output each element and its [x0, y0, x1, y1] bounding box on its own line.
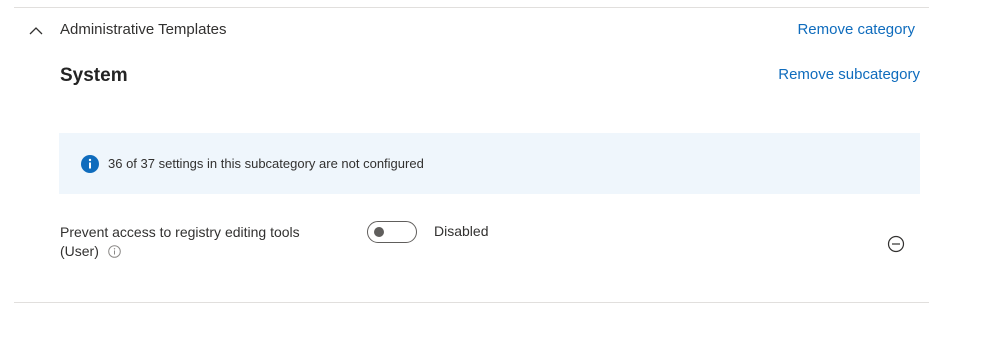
setting-toggle[interactable]: [367, 221, 417, 243]
minus-circle-icon: [887, 235, 905, 253]
settings-panel: Administrative Templates Remove category…: [0, 0, 996, 360]
remove-subcategory-link[interactable]: Remove subcategory: [778, 66, 920, 83]
info-banner-text: 36 of 37 settings in this subcategory ar…: [108, 156, 424, 171]
setting-name-line1: Prevent access to registry editing tools: [60, 224, 300, 240]
toggle-state-label: Disabled: [434, 223, 489, 239]
info-icon: [81, 154, 99, 173]
remove-setting-button[interactable]: [887, 235, 905, 253]
toggle-knob: [374, 227, 384, 237]
top-divider: [14, 7, 929, 8]
bottom-divider: [14, 302, 929, 303]
remove-category-link[interactable]: Remove category: [797, 21, 915, 38]
setting-name-line2: (User): [60, 243, 99, 259]
collapse-category-button[interactable]: [26, 20, 46, 40]
info-banner: 36 of 37 settings in this subcategory ar…: [59, 133, 920, 194]
setting-name: Prevent access to registry editing tools…: [60, 223, 300, 261]
chevron-up-icon: [29, 26, 43, 34]
info-outline-icon[interactable]: [108, 245, 121, 258]
setting-name-line2-row: (User): [60, 242, 300, 261]
category-title: Administrative Templates: [60, 21, 227, 38]
subcategory-title: System: [60, 65, 128, 86]
